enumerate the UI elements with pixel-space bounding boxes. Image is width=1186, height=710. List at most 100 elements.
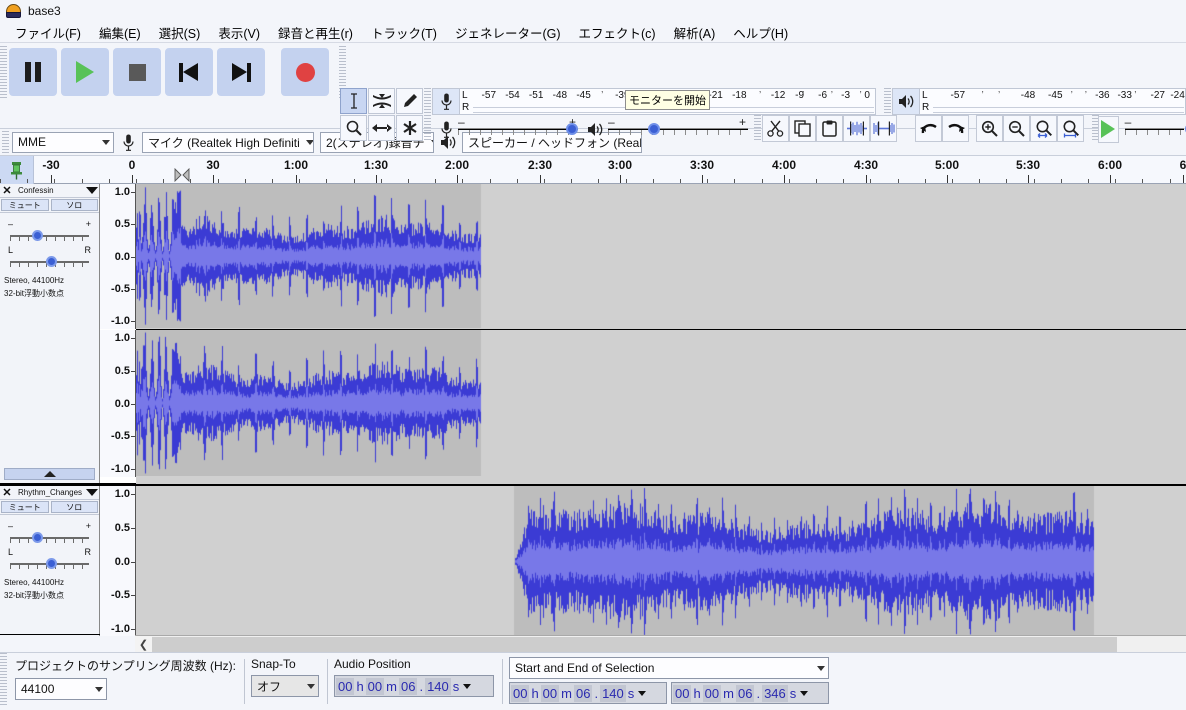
menu-7[interactable]: エフェクト(c) — [570, 21, 665, 44]
sel-start-millis: 140 — [600, 685, 626, 702]
silence-button[interactable] — [870, 115, 897, 142]
menu-6[interactable]: ジェネレーター(G) — [446, 21, 570, 44]
track-control-panel[interactable]: ✕ Rhythm_Changes ミュート ソロ – + L R Stereo,… — [0, 486, 100, 634]
mute-button[interactable]: ミュート — [1, 501, 49, 513]
mixer-toolbar-grip[interactable] — [424, 115, 431, 142]
trim-button[interactable] — [843, 115, 870, 142]
undo-button[interactable] — [915, 115, 942, 142]
close-track-button[interactable]: ✕ — [0, 184, 14, 197]
playback-meter-toolbar: L R -57 -48 -45 -36 -33 -27 -24’’’’’ — [892, 88, 1186, 115]
scroll-left-arrow[interactable]: ❮ — [135, 636, 152, 653]
timeline-scale[interactable]: -30 0 30 1:00 1:30 2:00 2:30 3:00 3:30 4:00 4:30 5:… — [34, 156, 1186, 183]
zoom-in-button[interactable] — [976, 115, 1003, 142]
menu-2[interactable]: 選択(S) — [150, 21, 210, 44]
menu-0[interactable]: ファイル(F) — [6, 21, 90, 44]
transport-toolbar-grip[interactable] — [0, 46, 7, 98]
play-button[interactable] — [61, 48, 109, 96]
track-control-panel-partial[interactable] — [0, 635, 100, 636]
skip-end-button[interactable] — [217, 48, 265, 96]
recording-volume-slider[interactable]: – + — [458, 120, 578, 138]
play-speed-slider[interactable]: – — [1125, 120, 1184, 138]
audio-position-label: Audio Position — [334, 657, 494, 671]
menu-9[interactable]: ヘルプ(H) — [724, 21, 797, 44]
zoom-tool[interactable] — [340, 115, 367, 141]
track-vertical-ruler[interactable]: 1.0 0.5 0.0 -0.5 -1.0 — [100, 184, 136, 329]
track-menu-button[interactable] — [85, 489, 99, 496]
track-title[interactable]: Rhythm_Changes — [14, 488, 85, 497]
cut-button[interactable] — [762, 115, 789, 142]
scroll-thumb[interactable] — [152, 637, 1117, 652]
envelope-tool[interactable] — [368, 88, 395, 114]
skip-start-button[interactable] — [165, 48, 213, 96]
play-at-speed-button[interactable] — [1098, 116, 1119, 143]
draw-tool[interactable] — [396, 88, 423, 114]
recording-meter-grip[interactable] — [424, 88, 431, 114]
menu-5[interactable]: トラック(T) — [362, 21, 446, 44]
project-rate-combo[interactable]: 44100 — [15, 678, 107, 700]
audio-host-combo[interactable]: MME — [12, 132, 114, 153]
device-toolbar-grip[interactable] — [2, 131, 9, 154]
playback-volume-knob[interactable] — [648, 123, 660, 135]
selection-end-field[interactable]: 00 h 00 m 06 . 346 s — [671, 682, 829, 704]
timeshift-tool[interactable] — [368, 115, 395, 141]
waveform-db-label: 1.0 — [115, 488, 130, 500]
copy-button[interactable] — [789, 115, 816, 142]
menu-1[interactable]: 編集(E) — [90, 21, 150, 44]
track-menu-button[interactable] — [85, 187, 99, 194]
stop-button[interactable] — [113, 48, 161, 96]
pause-button[interactable] — [9, 48, 57, 96]
gain-knob[interactable] — [32, 532, 43, 543]
edit-toolbar-grip[interactable] — [754, 115, 761, 142]
playback-volume-slider[interactable]: – + — [608, 120, 748, 138]
audio-position-field[interactable]: 00 h 00 m 06 . 140 s — [334, 675, 494, 697]
spinner-down-icon[interactable] — [463, 684, 471, 689]
recording-device-combo[interactable]: マイク (Realtek High Definiti — [142, 132, 314, 153]
menu-3[interactable]: 表示(V) — [209, 21, 269, 44]
redo-button[interactable] — [942, 115, 969, 142]
pan-knob[interactable] — [46, 558, 57, 569]
track-panel-area[interactable]: ✕ Confessin ミュート ソロ – + L R Stereo, 4410… — [0, 184, 1186, 636]
monitor-button[interactable] — [432, 88, 460, 115]
spinner-down-icon[interactable] — [800, 691, 808, 696]
selection-start-field[interactable]: 00 h 00 m 06 . 140 s — [509, 682, 667, 704]
track-title[interactable]: Confessin — [14, 186, 85, 195]
fit-project-button[interactable] — [1057, 115, 1084, 142]
track-gain-slider[interactable]: – + — [6, 521, 93, 547]
track-gain-slider[interactable]: – + — [6, 219, 93, 245]
mute-button[interactable]: ミュート — [1, 199, 49, 211]
track-pan-slider[interactable]: L R — [6, 547, 93, 573]
selection-tool[interactable] — [340, 88, 367, 114]
solo-button[interactable]: ソロ — [51, 501, 99, 513]
close-track-button[interactable]: ✕ — [0, 486, 14, 499]
track-row[interactable]: ✕ Rhythm_Changes ミュート ソロ – + L R Stereo,… — [0, 484, 1186, 635]
pan-knob[interactable] — [46, 256, 57, 267]
zoom-out-button[interactable] — [1003, 115, 1030, 142]
timeline-ruler[interactable]: -30 0 30 1:00 1:30 2:00 2:30 3:00 3:30 4:00 4:30 5:… — [0, 156, 1186, 184]
track-waveform[interactable] — [136, 184, 1186, 484]
solo-button[interactable]: ソロ — [51, 199, 99, 211]
track-vertical-ruler[interactable]: 1.0 0.5 0.0 -0.5 -1.0 — [100, 330, 136, 477]
snap-to-combo[interactable]: オフ — [251, 675, 319, 697]
paste-button[interactable] — [816, 115, 843, 142]
track-collapse-button[interactable] — [4, 468, 95, 480]
playback-meter-button[interactable] — [892, 88, 920, 115]
horizontal-scrollbar[interactable]: ❮ ❯ — [135, 635, 1186, 652]
menu-8[interactable]: 解析(A) — [665, 21, 725, 44]
fit-selection-button[interactable] — [1030, 115, 1057, 142]
playback-meter-grip[interactable] — [884, 88, 891, 114]
record-button[interactable] — [281, 48, 329, 96]
menu-4[interactable]: 録音と再生(r) — [269, 21, 362, 44]
gain-knob[interactable] — [32, 230, 43, 241]
track-vertical-ruler[interactable]: 1.0 0.5 0.0 -0.5 -1.0 — [100, 486, 136, 636]
selection-mode-combo[interactable]: Start and End of Selection — [509, 657, 829, 679]
track-waveform[interactable] — [136, 486, 1186, 636]
recording-volume-knob[interactable] — [566, 123, 578, 135]
track-row[interactable]: ✕ Confessin ミュート ソロ – + L R Stereo, 4410… — [0, 184, 1186, 484]
track-control-panel[interactable]: ✕ Confessin ミュート ソロ – + L R Stereo, 4410… — [0, 184, 100, 483]
pinned-play-head-button[interactable] — [0, 156, 34, 184]
track-pan-slider[interactable]: L R — [6, 245, 93, 271]
selection-toolbar-grip[interactable] — [0, 653, 7, 705]
multi-tool[interactable] — [396, 115, 423, 141]
playback-meter-bars[interactable]: L R -57 -48 -45 -36 -33 -27 -24 ’ ’ ’ ’ ’ — [920, 88, 1186, 115]
spinner-down-icon[interactable] — [638, 691, 646, 696]
